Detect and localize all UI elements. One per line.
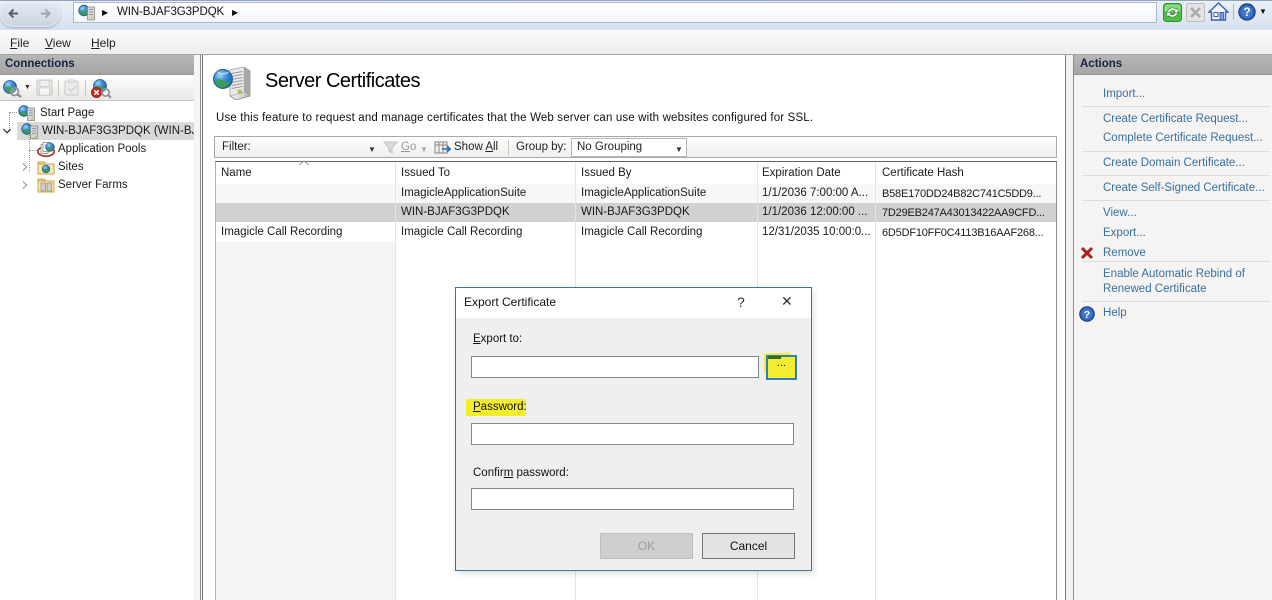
svg-text:?: ?: [1084, 309, 1090, 321]
svg-text:?: ?: [1243, 5, 1250, 19]
